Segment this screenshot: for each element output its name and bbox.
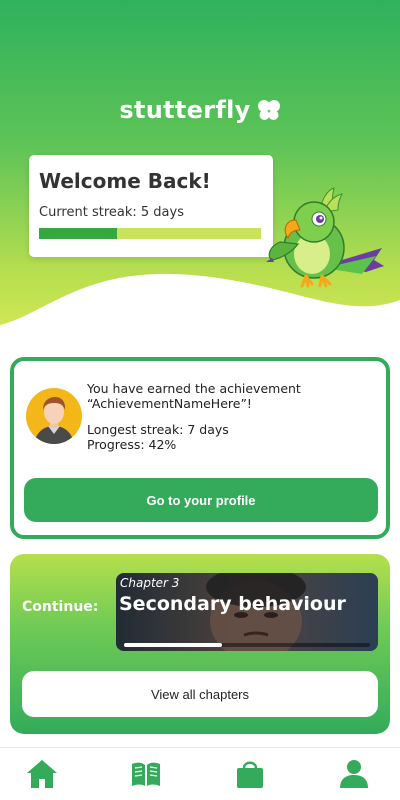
shopping-bag-icon (237, 761, 263, 788)
current-streak-text: Current streak: 5 days (39, 205, 184, 220)
welcome-title: Welcome Back! (39, 169, 211, 193)
streak-progress-bar (39, 228, 261, 239)
achievement-card: You have earned the achievement “Achieve… (10, 357, 390, 539)
avatar (26, 388, 82, 444)
hero-header: stutterfly Welcome Back! Current streak:… (0, 0, 400, 340)
achievement-name: “AchievementNameHere”! (87, 396, 252, 411)
nav-home[interactable] (26, 758, 58, 790)
home-icon (27, 760, 57, 788)
progress-text: Progress: 42% (87, 437, 177, 452)
achievement-text: You have earned the achievement “Achieve… (87, 381, 377, 452)
book-icon (132, 762, 160, 786)
achievement-message: You have earned the achievement (87, 381, 301, 396)
chapter-progress-bar (124, 643, 370, 647)
chapter-title: Secondary behaviour (119, 593, 346, 615)
chapter-progress-fill (124, 643, 223, 647)
streak-progress-fill (39, 228, 117, 239)
nav-profile[interactable] (338, 758, 370, 790)
nav-shop[interactable] (234, 758, 266, 790)
user-icon (340, 760, 368, 788)
bottom-navigation (0, 747, 400, 800)
nav-chapters[interactable] (130, 758, 162, 790)
user-avatar-icon (34, 397, 74, 444)
parrot-mascot (266, 187, 384, 288)
go-to-profile-button[interactable]: Go to your profile (24, 478, 378, 522)
app-name: stutterfly (119, 96, 251, 124)
continue-label: Continue: (22, 599, 99, 615)
view-all-chapters-button[interactable]: View all chapters (22, 671, 378, 717)
chapter-number: Chapter 3 (120, 576, 180, 590)
chapter-tile[interactable]: Chapter 3 Secondary behaviour (116, 573, 378, 651)
app-logo: stutterfly (0, 96, 400, 124)
continue-card: Continue: Chapter 3 Secondary behaviour … (10, 554, 390, 734)
butterfly-icon (257, 100, 280, 120)
welcome-card: Welcome Back! Current streak: 5 days (29, 155, 273, 257)
longest-streak-text: Longest streak: 7 days (87, 422, 229, 437)
